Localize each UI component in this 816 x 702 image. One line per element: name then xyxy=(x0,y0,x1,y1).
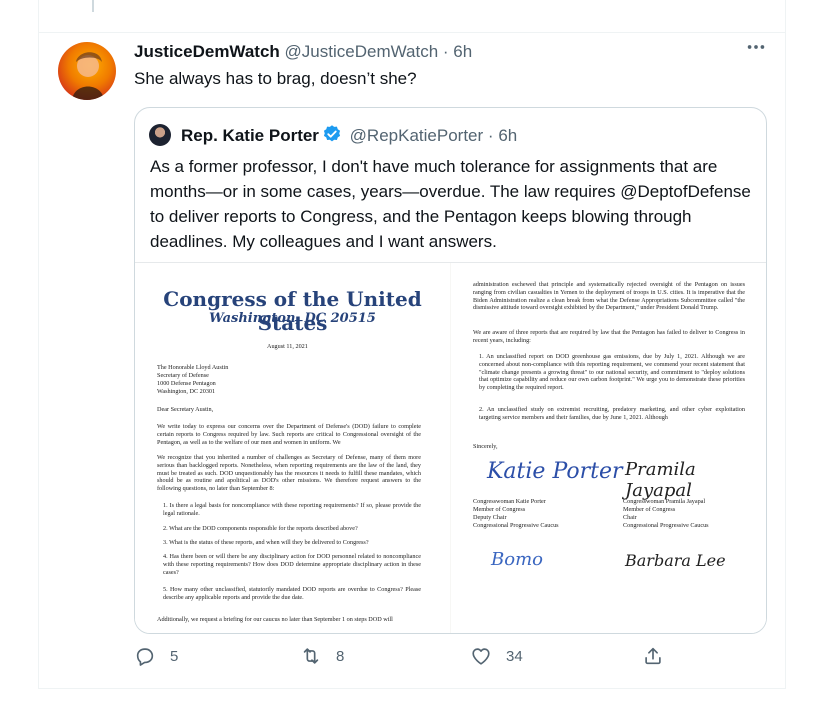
avatar-image xyxy=(72,52,104,100)
quoted-tweet-card[interactable]: Rep. Katie Porter @RepKatiePorter · 6h A… xyxy=(134,107,767,634)
reply-count: 5 xyxy=(170,647,179,665)
letter-address-line: 1000 Defense Pentagon xyxy=(157,380,216,387)
signature-pramila-jayapal: Pramila Jayapal xyxy=(625,459,696,501)
letter-paragraph: We recognize that you inherited a number… xyxy=(157,454,421,493)
letter-paragraph: administration eschewed that principle a… xyxy=(473,281,745,312)
letter-paragraph: We write today to express our concerns o… xyxy=(157,423,421,446)
reply-icon xyxy=(136,648,154,666)
signer-name: Congresswoman Pramila Jayapal xyxy=(623,498,706,505)
like-count: 34 xyxy=(506,647,523,665)
letter-page-left: Congress of the United States Washington… xyxy=(135,263,450,633)
quoted-author-avatar[interactable] xyxy=(149,124,171,146)
letter-list-item: 2. An unclassified study on extremist re… xyxy=(479,406,745,421)
heart-icon xyxy=(472,648,490,665)
letterhead-subtitle: Washington, DC 20515 xyxy=(209,311,376,326)
signer-title: Member of Congress xyxy=(623,506,676,513)
signer-role: Chair xyxy=(623,514,637,521)
letter-paragraph: We are aware of three reports that are r… xyxy=(473,329,745,344)
retweet-button[interactable]: 8 xyxy=(300,640,344,672)
signer-name: Congresswoman Katie Porter xyxy=(473,498,546,505)
verified-badge-icon xyxy=(323,125,341,142)
signer-role: Deputy Chair xyxy=(473,514,507,521)
letter-list-item: 1. An unclassified report on DOD greenho… xyxy=(479,353,745,392)
letter-address-line: Secretary of Defense xyxy=(157,372,209,379)
reply-button[interactable]: 5 xyxy=(134,640,178,672)
signer-title: Member of Congress xyxy=(473,506,526,513)
thread-connector-line xyxy=(92,0,94,12)
more-horizontal-icon xyxy=(747,45,765,49)
timeline-border-right xyxy=(785,0,786,688)
letter-page-right: administration eschewed that principle a… xyxy=(451,263,766,633)
author-name[interactable]: JusticeDemWatch xyxy=(134,42,280,61)
retweet-icon xyxy=(303,648,319,664)
signature-third: Bomo xyxy=(491,549,543,570)
share-button[interactable] xyxy=(642,640,664,672)
like-button[interactable]: 34 xyxy=(470,640,523,672)
tweet-text: She always has to brag, doesn’t she? xyxy=(134,69,417,88)
quoted-tweet-header: Rep. Katie Porter @RepKatiePorter · 6h xyxy=(181,124,517,146)
letter-question: 1. Is there a legal basis for noncomplia… xyxy=(163,502,421,517)
quoted-author-handle[interactable]: @RepKatiePorter xyxy=(350,126,484,145)
signature-barbara-lee: Barbara Lee xyxy=(625,551,726,570)
letter-question: 4. Has there been or will there be any d… xyxy=(163,553,421,576)
share-icon xyxy=(645,647,661,665)
quoted-tweet-timestamp[interactable]: 6h xyxy=(498,126,517,145)
tweet-timestamp[interactable]: 6h xyxy=(453,42,472,61)
signer-caucus: Congressional Progressive Caucus xyxy=(473,522,559,529)
letter-question: 5. How many other unclassified, statutor… xyxy=(163,586,421,601)
signature-katie-porter: Katie Porter xyxy=(487,459,623,484)
author-handle[interactable]: @JusticeDemWatch xyxy=(285,42,439,61)
letter-question: 2. What are the DOD components responsib… xyxy=(163,525,358,532)
letter-salutation: Dear Secretary Austin, xyxy=(157,406,214,413)
quoted-author-name[interactable]: Rep. Katie Porter xyxy=(181,126,319,145)
quoted-meta-separator: · xyxy=(487,126,494,145)
letter-address-line: The Honorable Lloyd Austin xyxy=(157,364,229,371)
avatar[interactable] xyxy=(58,42,116,100)
more-options-button[interactable] xyxy=(742,36,770,64)
letter-date: August 11, 2021 xyxy=(267,343,308,350)
timeline-border-left xyxy=(38,0,39,688)
tweet-bottom-divider xyxy=(38,688,786,689)
retweet-count: 8 xyxy=(336,647,345,665)
letter-closing: Sincerely, xyxy=(473,443,498,450)
signer-caucus: Congressional Progressive Caucus xyxy=(623,522,709,529)
tweet-action-bar: 5 8 34 xyxy=(134,640,765,672)
letter-image[interactable]: Congress of the United States Washington… xyxy=(135,262,766,633)
quoted-tweet-text: As a former professor, I don't have much… xyxy=(150,157,751,251)
tweet-header: JusticeDemWatch @JusticeDemWatch · 6h xyxy=(134,42,472,62)
letter-address-line: Washington, DC 20301 xyxy=(157,388,216,395)
letter-question: 3. What is the status of these reports, … xyxy=(163,539,369,546)
meta-separator: · xyxy=(442,42,449,61)
letter-paragraph: Additionally, we request a briefing for … xyxy=(157,616,393,623)
tweet-divider xyxy=(38,32,786,33)
